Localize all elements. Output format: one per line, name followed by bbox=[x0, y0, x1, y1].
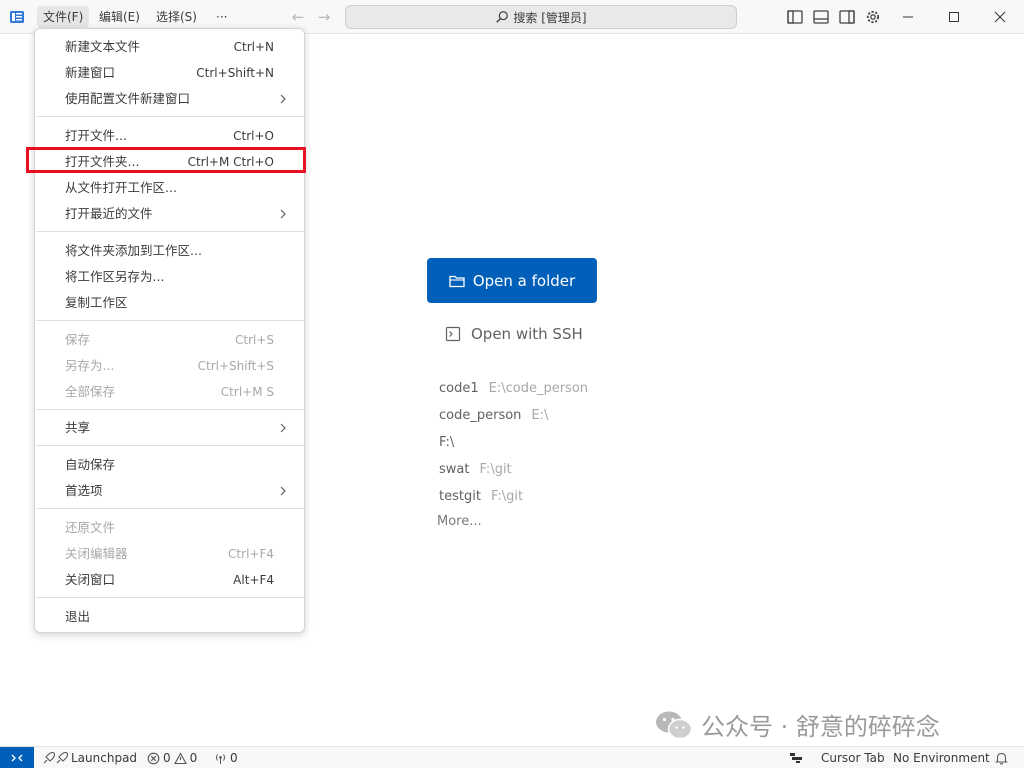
menu-separator bbox=[36, 116, 304, 117]
open-ssh-label: Open with SSH bbox=[471, 325, 583, 343]
close-button[interactable] bbox=[977, 0, 1023, 34]
menu-separator bbox=[36, 597, 304, 598]
recent-name: code_person bbox=[439, 408, 522, 423]
menu-add-folder-to-workspace[interactable]: 将文件夹添加到工作区... bbox=[35, 239, 304, 263]
error-count: 0 bbox=[163, 751, 171, 765]
menu-separator bbox=[36, 320, 304, 321]
folder-icon bbox=[449, 275, 465, 287]
warning-count: 0 bbox=[189, 751, 198, 765]
file-menu-dropdown: 新建文本文件 Ctrl+N 新建窗口 Ctrl+Shift+N 使用配置文件新建… bbox=[34, 28, 305, 633]
recent-path: E:\ bbox=[531, 408, 549, 423]
menu-close-editor: 关闭编辑器 Ctrl+F4 bbox=[65, 546, 274, 561]
menu-auto-save[interactable]: 自动保存 bbox=[35, 453, 304, 477]
menu-revert-file: 还原文件 bbox=[65, 520, 116, 535]
menu-close-window[interactable]: 关闭窗口 Alt+F4 bbox=[35, 568, 304, 592]
menu-share[interactable]: 共享 bbox=[35, 416, 304, 440]
highlight-annotation-box bbox=[26, 147, 306, 173]
recent-name: swat bbox=[439, 462, 470, 477]
recent-item-swat[interactable]: swat F:\git bbox=[439, 461, 512, 479]
toggle-panel-icon[interactable] bbox=[812, 8, 830, 26]
menu-open-recent[interactable]: 打开最近的文件 bbox=[35, 202, 304, 226]
menu-selection[interactable]: 选择(S) bbox=[150, 6, 203, 28]
menu-separator bbox=[36, 508, 304, 509]
warning-icon bbox=[173, 751, 187, 764]
close-icon bbox=[994, 11, 1006, 23]
menu-duplicate-workspace[interactable]: 复制工作区 bbox=[35, 291, 304, 315]
chevron-right-icon bbox=[280, 423, 286, 433]
recent-name: testgit bbox=[439, 489, 481, 504]
toggle-primary-sidebar-icon[interactable] bbox=[786, 8, 804, 26]
recent-name: code1 bbox=[439, 381, 479, 396]
launchpad-label: Launchpad bbox=[71, 751, 138, 765]
recent-item-testgit[interactable]: testgit F:\git bbox=[439, 488, 523, 506]
back-arrow-icon[interactable]: ← bbox=[289, 8, 307, 26]
command-center-search[interactable]: 搜索 [管理员] bbox=[345, 5, 737, 29]
recent-item-code1[interactable]: code1 E:\code_person bbox=[439, 380, 588, 398]
terminal-icon bbox=[445, 326, 461, 342]
maximize-button[interactable] bbox=[931, 0, 977, 34]
status-bar: Launchpad 0 0 0 Cursor Tab No Environmen… bbox=[0, 746, 1024, 768]
cursor-logo-icon[interactable] bbox=[789, 747, 803, 768]
cursor-tab-status[interactable]: Cursor Tab bbox=[821, 747, 885, 768]
problems-indicator[interactable]: 0 0 bbox=[147, 747, 197, 768]
menu-more[interactable]: ··· bbox=[210, 6, 233, 28]
minimize-icon bbox=[903, 16, 913, 18]
environment-status[interactable]: No Environment bbox=[893, 747, 990, 768]
forward-arrow-icon[interactable]: → bbox=[315, 8, 333, 26]
menu-separator bbox=[36, 445, 304, 446]
menu-file[interactable]: 文件(F) bbox=[37, 6, 90, 28]
launchpad-button[interactable]: Launchpad bbox=[42, 747, 137, 768]
menu-open-workspace-from-file[interactable]: 从文件打开工作区... bbox=[35, 176, 304, 200]
wechat-icon bbox=[656, 711, 693, 739]
broadcast-icon bbox=[216, 753, 225, 764]
chevron-right-icon bbox=[280, 486, 286, 496]
recent-item-code-person[interactable]: code_person E:\ bbox=[439, 407, 548, 425]
recent-item-f-drive[interactable]: F:\ bbox=[439, 434, 454, 452]
ports-count: 0 bbox=[230, 751, 238, 765]
search-text: 搜索 [管理员] bbox=[513, 10, 587, 25]
watermark: 公众号 · 舒意的碎碎念 bbox=[655, 707, 940, 742]
menu-edit[interactable]: 编辑(E) bbox=[93, 6, 146, 28]
open-with-ssh-link[interactable]: Open with SSH bbox=[445, 323, 583, 345]
menu-open-file[interactable]: 打开文件... Ctrl+O bbox=[35, 124, 304, 148]
open-folder-button[interactable]: Open a folder bbox=[427, 258, 597, 303]
recent-name: F:\ bbox=[439, 435, 455, 450]
menu-exit[interactable]: 退出 bbox=[35, 605, 304, 629]
menu-save-workspace-as[interactable]: 将工作区另存为... bbox=[35, 265, 304, 289]
chevron-right-icon bbox=[280, 209, 286, 219]
open-folder-label: Open a folder bbox=[472, 271, 576, 290]
remote-indicator-button[interactable] bbox=[0, 747, 34, 768]
menu-separator bbox=[36, 231, 304, 232]
error-icon bbox=[147, 752, 160, 764]
menu-preferences[interactable]: 首选项 bbox=[35, 479, 304, 503]
menu-new-window[interactable]: 新建窗口 Ctrl+Shift+N bbox=[35, 61, 304, 85]
menu-separator bbox=[36, 409, 304, 410]
menu-save: 保存 Ctrl+S bbox=[65, 332, 274, 347]
more-recent-link[interactable]: More... bbox=[437, 514, 482, 529]
rocket-icon bbox=[43, 751, 68, 764]
app-logo-icon bbox=[10, 11, 24, 23]
notifications-bell-icon[interactable] bbox=[995, 747, 1008, 768]
search-icon bbox=[496, 11, 509, 23]
remote-icon bbox=[11, 754, 23, 762]
recent-path: E:\code_person bbox=[488, 381, 589, 396]
menu-save-all: 全部保存 Ctrl+M S bbox=[65, 384, 274, 399]
menu-save-as: 另存为... Ctrl+Shift+S bbox=[65, 358, 274, 373]
menu-new-text-file[interactable]: 新建文本文件 Ctrl+N bbox=[35, 35, 304, 59]
recent-path: F:\git bbox=[479, 462, 512, 477]
maximize-icon bbox=[949, 12, 959, 22]
menu-new-window-with-profile[interactable]: 使用配置文件新建窗口 bbox=[35, 87, 304, 111]
chevron-right-icon bbox=[280, 94, 286, 104]
minimize-button[interactable] bbox=[885, 0, 931, 34]
ports-indicator[interactable]: 0 bbox=[214, 747, 238, 768]
watermark-text: 公众号 · 舒意的碎碎念 bbox=[701, 713, 940, 741]
recent-path: F:\git bbox=[490, 489, 524, 504]
gear-icon[interactable] bbox=[864, 8, 882, 26]
toggle-secondary-sidebar-icon[interactable] bbox=[838, 8, 856, 26]
